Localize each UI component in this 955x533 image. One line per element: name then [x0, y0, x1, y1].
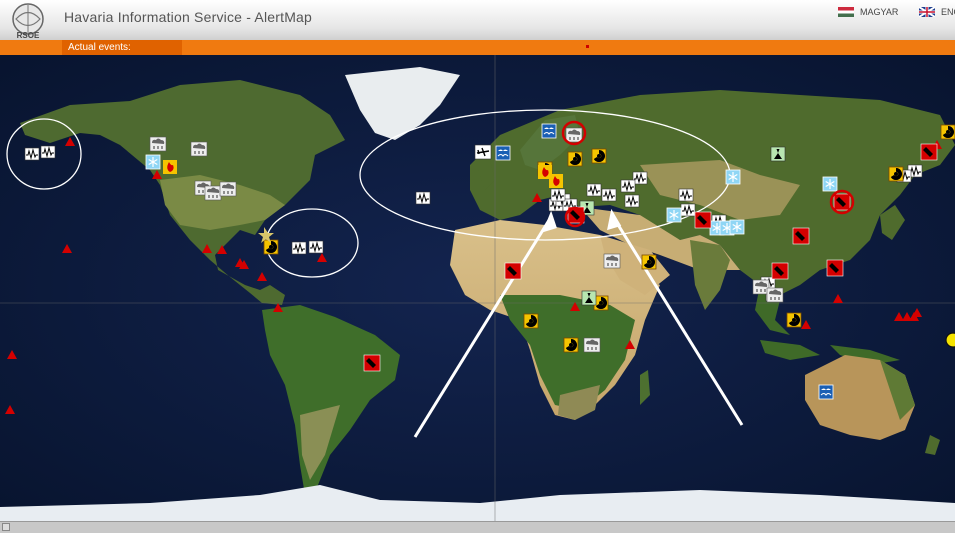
lang-hu-label: MAGYAR — [860, 7, 899, 17]
uk-flag-icon — [919, 7, 935, 17]
scroll-left-button[interactable] — [2, 523, 10, 531]
app-header: RSOE Havaria Information Service - Alert… — [0, 0, 955, 41]
lang-en-label: ENG — [941, 7, 955, 17]
rsoe-logo: RSOE — [12, 3, 44, 40]
logo-text: RSOE — [17, 31, 40, 40]
hungary-flag-icon — [838, 7, 854, 17]
cyclone-icon[interactable] — [945, 332, 955, 348]
event-ticker-marker — [586, 45, 589, 48]
lang-en-link[interactable]: ENG — [919, 7, 955, 17]
aircraft-icon[interactable] — [474, 144, 492, 160]
actual-events-tab[interactable]: Actual events: — [62, 40, 182, 55]
events-bar: Actual events: — [0, 40, 955, 55]
lang-hu-link[interactable]: MAGYAR — [838, 7, 898, 17]
status-bar — [0, 521, 955, 533]
page-title: Havaria Information Service - AlertMap — [64, 9, 313, 25]
world-map[interactable] — [0, 55, 955, 521]
